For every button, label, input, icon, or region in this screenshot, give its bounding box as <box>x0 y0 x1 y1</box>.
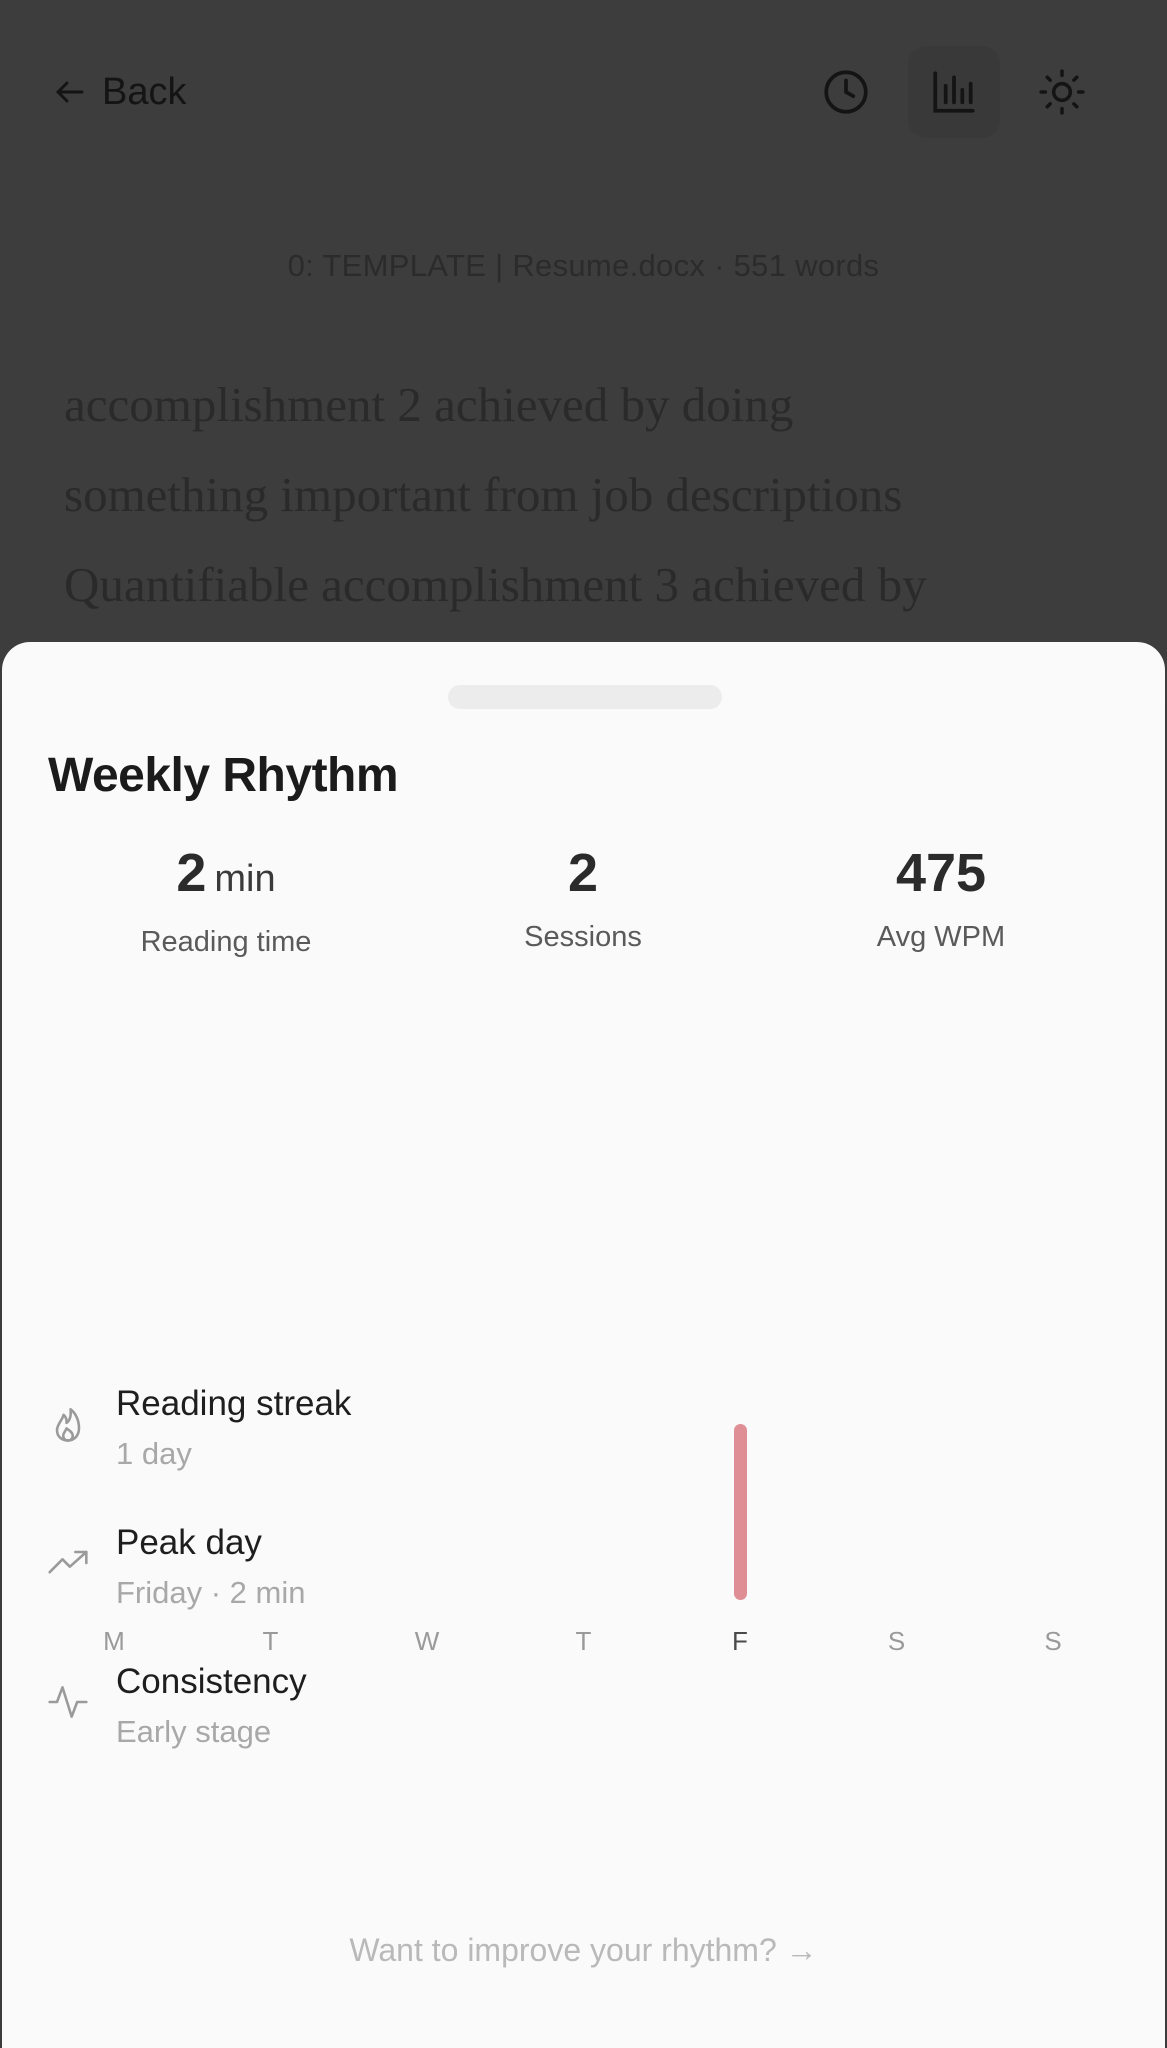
document-text: accomplishment 2 achieved by doing somet… <box>64 360 1124 630</box>
insight-title: Consistency <box>116 1662 307 1701</box>
stat-value: 475 <box>895 843 987 903</box>
top-bar: Back <box>0 0 1167 190</box>
stat-sessions: 2 Sessions <box>403 842 763 954</box>
activity-icon <box>46 1680 90 1724</box>
screen: Back 0: TEMPLATE | Resume.docx · 551 wor… <box>0 0 1167 2048</box>
insight-peak-day: Peak day Friday · 2 min <box>2 1523 1165 1633</box>
document-meta: 0: TEMPLATE | Resume.docx · 551 words <box>287 248 880 283</box>
stat-reading-time: 2 min Reading time <box>46 842 406 959</box>
document-line: Quantifiable accomplishment 3 achieved b… <box>64 557 927 612</box>
stat-avg-wpm: 475 Avg WPM <box>761 842 1121 954</box>
back-button[interactable]: Back <box>52 62 186 122</box>
reader-view: Back 0: TEMPLATE | Resume.docx · 551 wor… <box>0 0 1167 700</box>
document-line: something important from job description… <box>64 467 903 522</box>
insight-reading-streak: Reading streak 1 day <box>2 1384 1165 1494</box>
stat-value-row: 2 min <box>46 842 406 912</box>
history-button[interactable] <box>818 64 874 120</box>
theme-button[interactable] <box>1034 64 1090 120</box>
document-line: accomplishment 2 achieved by doing <box>64 377 794 432</box>
insight-value: 1 day <box>116 1436 192 1471</box>
stat-label: Reading time <box>140 926 312 958</box>
back-label: Back <box>102 70 187 113</box>
insight-title: Reading streak <box>116 1384 352 1423</box>
improve-rhythm-link[interactable]: Want to improve your rhythm? → <box>2 1932 1165 1969</box>
insight-value: Friday · 2 min <box>116 1575 306 1610</box>
stat-value-row: 475 <box>761 842 1121 912</box>
trending-up-icon <box>46 1541 90 1585</box>
bar-chart-icon <box>933 71 975 113</box>
arrow-left-icon <box>56 81 84 103</box>
sun-icon <box>1039 69 1085 115</box>
weekly-rhythm-sheet: Weekly Rhythm 2 min Reading time 2 Sessi… <box>2 642 1165 2048</box>
insight-consistency: Consistency Early stage <box>2 1662 1165 1772</box>
insight-value: Early stage <box>116 1714 272 1749</box>
stats-button[interactable] <box>908 46 1000 138</box>
sheet-drag-handle[interactable] <box>448 685 722 709</box>
clock-icon <box>824 70 868 114</box>
stat-value: 2 <box>176 843 207 903</box>
insight-title: Peak day <box>116 1523 262 1562</box>
stat-label: Avg WPM <box>876 921 1006 953</box>
flame-icon <box>46 1402 90 1446</box>
stat-value-row: 2 <box>403 842 763 912</box>
stat-unit: min <box>214 858 276 900</box>
sheet-title: Weekly Rhythm <box>48 749 399 802</box>
stat-label: Sessions <box>524 921 642 953</box>
stat-value: 2 <box>567 843 599 903</box>
